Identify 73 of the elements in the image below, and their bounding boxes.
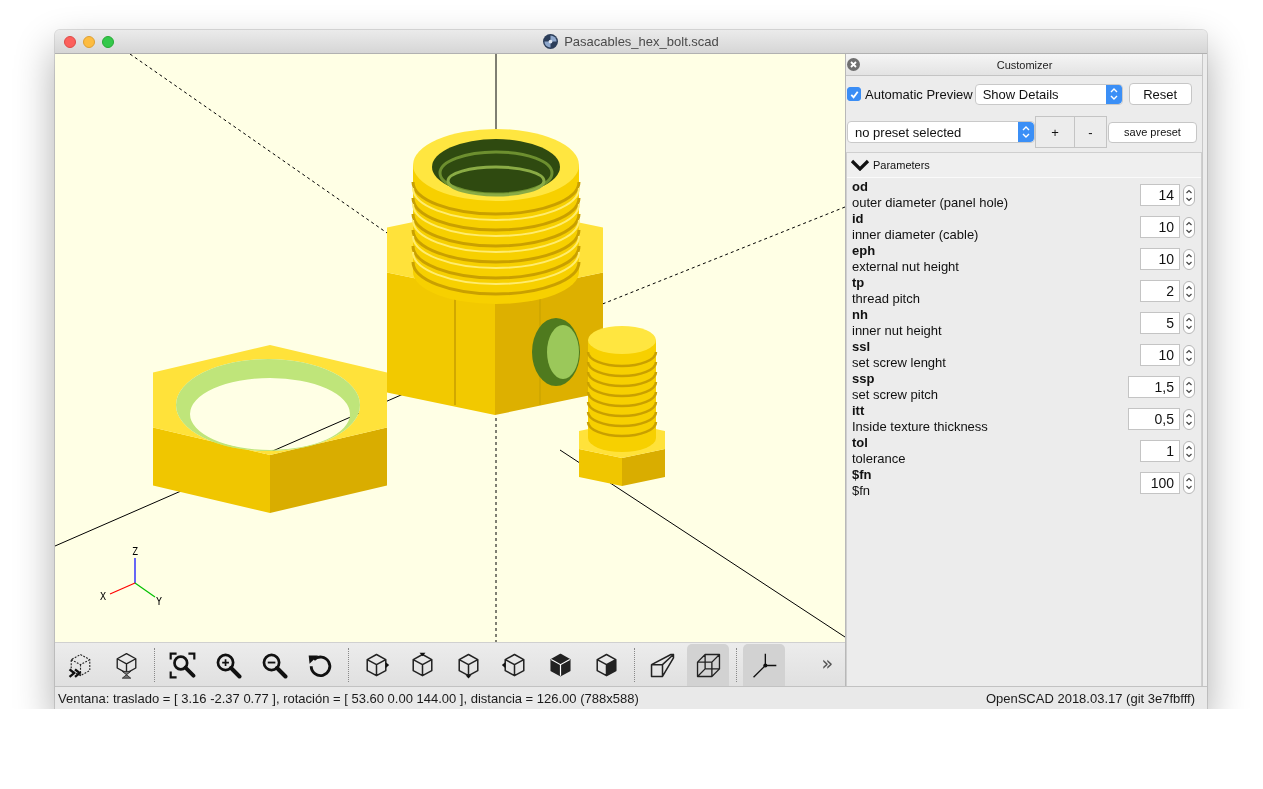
parameter-description: set screw pitch [852, 387, 939, 403]
spin-arrows-icon[interactable] [1183, 280, 1195, 302]
parameter-description: outer diameter (panel hole) [852, 195, 1010, 211]
remove-preset-button[interactable]: - [1075, 116, 1107, 148]
zoom-in-icon [214, 651, 242, 679]
number-field[interactable]: 1,5 [1128, 376, 1180, 398]
spin-arrows-icon[interactable] [1183, 248, 1195, 270]
zoom-fit-icon [168, 651, 196, 679]
parameter-name: ssl [852, 339, 872, 355]
parameter-description: tolerance [852, 451, 907, 467]
spin-arrows-icon[interactable] [1183, 472, 1195, 494]
number-field[interactable]: 5 [1140, 312, 1180, 334]
number-field[interactable]: 1 [1140, 440, 1180, 462]
window-title: Pasacables_hex_bolt.scad [564, 34, 719, 49]
parameter-description: thread pitch [852, 291, 921, 307]
parameter-name: eph [852, 243, 877, 259]
details-dropdown[interactable]: Show Details [974, 83, 1123, 105]
axis-label: Z [132, 546, 138, 557]
number-field[interactable]: 14 [1140, 184, 1180, 206]
toolbar-button[interactable] [687, 644, 729, 686]
reset-button[interactable]: Reset [1128, 83, 1192, 105]
window-close-button[interactable] [64, 35, 76, 48]
more-tools-button[interactable]: » [813, 644, 841, 686]
number-field[interactable]: 0,5 [1128, 408, 1180, 430]
parameter-name: tp [852, 275, 866, 291]
number-field[interactable]: 2 [1140, 280, 1180, 302]
panel-title: Customizer [995, 58, 1054, 71]
parameter-name: nh [852, 307, 869, 323]
updown-chevron-icon [1018, 122, 1034, 142]
spin-arrows-icon[interactable] [1183, 344, 1195, 366]
number-field[interactable]: 10 [1140, 248, 1180, 270]
3d-viewport[interactable]: Z X Y [55, 54, 845, 642]
number-field[interactable]: 10 [1140, 216, 1180, 238]
updown-chevron-icon [1105, 84, 1122, 104]
checkbox-label[interactable]: Automatic Preview [865, 86, 973, 102]
axis-label: X [100, 591, 106, 602]
spin-arrows-icon[interactable] [1183, 216, 1195, 238]
parameter-description: set screw lenght [852, 355, 947, 371]
chevron-down-icon [850, 159, 870, 171]
parameter-name: id [852, 211, 865, 227]
save-preset-button[interactable]: save preset [1108, 121, 1197, 143]
axes-icon [750, 651, 778, 679]
parameter-name: $fn [852, 467, 873, 483]
toolbar-button[interactable] [743, 644, 785, 686]
status-text: Ventana: traslado = [ 3.16 -2.37 0.77 ], rotación = [ 53.60 0.00 144.00 ], distancia = 126.00 (788x588) [58, 690, 639, 706]
checkbox[interactable] [847, 87, 861, 101]
parameter-name: tol [852, 435, 869, 451]
parameter-description: inner diameter (cable) [852, 227, 980, 243]
cube-arrow-icon [500, 651, 528, 679]
spin-arrows-icon[interactable] [1183, 312, 1195, 334]
parameter-name: od [852, 179, 869, 195]
version-text: OpenSCAD 2018.03.17 (git 3e7fbfff) [985, 690, 1195, 706]
spin-arrows-icon[interactable] [1183, 408, 1195, 430]
spin-arrows-icon[interactable] [1183, 184, 1195, 206]
round-logo-icon [543, 34, 559, 49]
parameter-description: external nut height [852, 259, 960, 275]
wireframe-cube-icon [694, 651, 722, 679]
zoom-out-icon [260, 651, 288, 679]
close-icon[interactable] [847, 58, 860, 71]
spin-arrows-icon[interactable] [1183, 440, 1195, 462]
axes-gizmo-icon [109, 557, 156, 598]
number-field[interactable]: 100 [1140, 472, 1180, 494]
number-field[interactable]: 10 [1140, 344, 1180, 366]
parameter-name: ssp [852, 371, 876, 387]
axis-label: Y [156, 596, 162, 607]
parameter-description: Inside texture thickness [852, 419, 989, 435]
parameter-name: itt [852, 403, 866, 419]
spin-arrows-icon[interactable] [1183, 376, 1195, 398]
parameter-description: $fn [852, 483, 872, 499]
preset-dropdown[interactable]: no preset selected [847, 121, 1035, 143]
parameter-description: inner nut height [852, 323, 943, 339]
perspective-box-icon [648, 651, 676, 679]
add-preset-button[interactable]: + [1035, 116, 1075, 148]
